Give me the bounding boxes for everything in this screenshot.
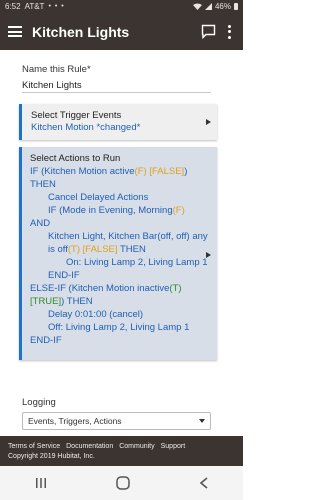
signal-icon (204, 3, 212, 10)
action-line-12: Off: Living Lamp 2, Living Lamp 1 (48, 322, 190, 333)
footer-link-community[interactable]: Community (119, 443, 154, 450)
rule-name-input[interactable] (22, 78, 211, 93)
chevron-down-icon (199, 419, 205, 423)
footer-link-terms[interactable]: Terms of Service (8, 443, 60, 450)
action-line-10: [TRUE]) THEN (30, 296, 93, 307)
actions-arrow-icon (206, 252, 211, 258)
name-label: Name this Rule* (22, 64, 91, 75)
footer-link-documentation[interactable]: Documentation (66, 443, 113, 450)
action-line-13: END-IF (30, 335, 62, 346)
footer-link-support[interactable]: Support (161, 443, 186, 450)
battery-percent: 46% (214, 2, 231, 11)
status-bar: 6:52 AT&T • • • 46% (0, 0, 243, 13)
home-icon[interactable] (115, 475, 131, 491)
logging-select[interactable]: Events, Triggers, Actions (22, 412, 211, 430)
action-line-1: IF (Kitchen Motion active(F) [FALSE]) (30, 166, 188, 177)
trigger-value: Kitchen Motion *changed* (31, 122, 141, 133)
trigger-events-panel[interactable]: Select Trigger Events Kitchen Motion *ch… (19, 104, 217, 140)
actions-panel[interactable]: Select Actions to Run IF (Kitchen Motion… (19, 147, 217, 360)
chat-icon[interactable] (199, 23, 217, 41)
battery-icon (234, 3, 238, 10)
status-carrier: AT&T (24, 2, 45, 11)
action-line-2: THEN (30, 179, 56, 190)
footer-copyright: Copyright 2019 Hubitat, Inc. (8, 453, 95, 460)
action-line-11: Delay 0:01:00 (cancel) (48, 309, 144, 320)
action-line-8: END-IF (48, 270, 80, 281)
app-bar: Kitchen Lights (0, 13, 243, 50)
recent-apps-icon[interactable] (34, 477, 48, 489)
wifi-icon (192, 3, 202, 10)
more-options-icon[interactable] (223, 23, 235, 41)
page-title: Kitchen Lights (32, 23, 130, 40)
footer: Terms of Service Documentation Community… (0, 436, 243, 466)
trigger-title: Select Trigger Events (31, 110, 122, 121)
action-line-9: ELSE-IF (Kitchen Motion inactive(T) (30, 283, 182, 294)
status-time: 6:52 (5, 2, 21, 11)
actions-title: Select Actions to Run (30, 153, 121, 164)
action-line-5: AND (30, 218, 51, 229)
logging-label: Logging (22, 397, 56, 408)
action-line-3: Cancel Delayed Actions (48, 192, 149, 203)
back-icon[interactable] (198, 476, 210, 490)
hamburger-menu-icon[interactable] (8, 25, 22, 39)
logging-selected-value: Events, Triggers, Actions (28, 416, 122, 426)
action-line-7: On: Living Lamp 2, Living Lamp 1 (66, 257, 208, 268)
action-line-6: Kitchen Light, Kitchen Bar(off, off) any… (48, 231, 208, 255)
android-nav-bar (0, 466, 243, 500)
action-line-4: IF (Mode in Evening, Morning(F) (48, 205, 185, 216)
trigger-arrow-icon (206, 119, 211, 125)
status-dots: • • • (48, 3, 65, 10)
